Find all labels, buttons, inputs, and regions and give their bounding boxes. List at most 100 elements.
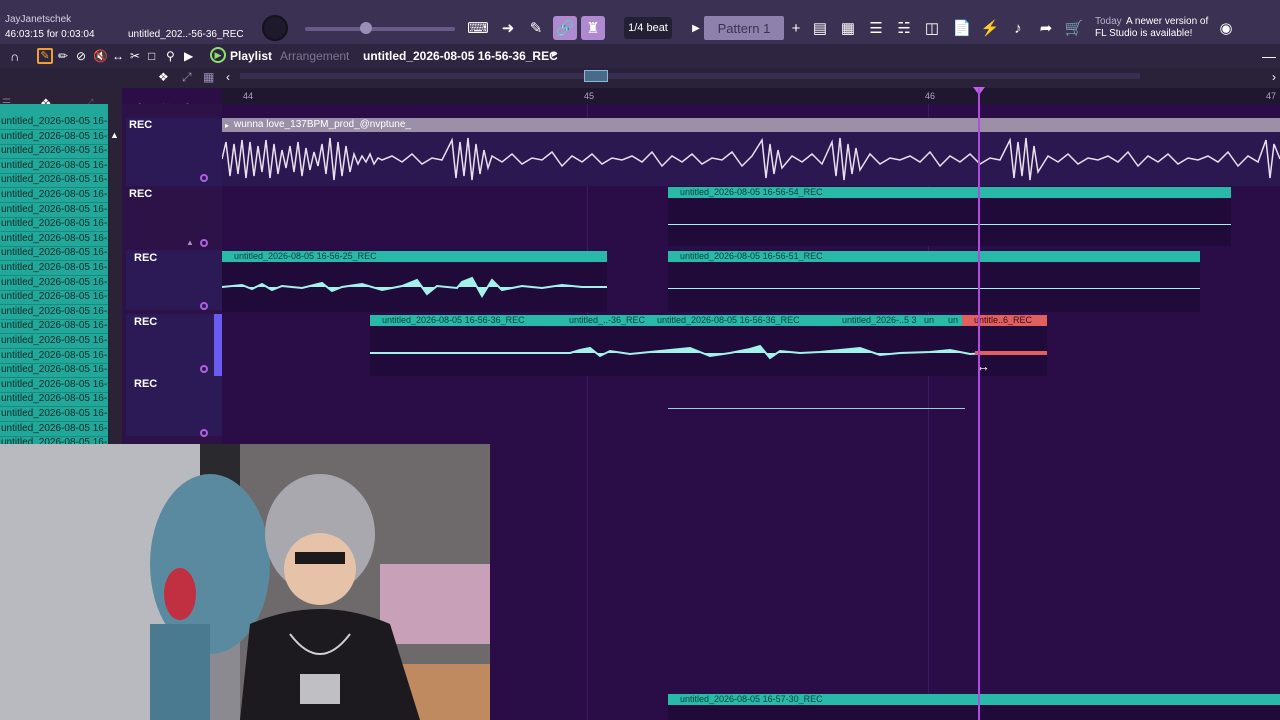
track-mute-icon[interactable] xyxy=(200,174,208,182)
play-icon[interactable]: ▶ xyxy=(210,47,226,63)
chevron-right-icon[interactable]: ▸ xyxy=(552,49,557,60)
piano-icon[interactable]: ⌨ xyxy=(466,16,490,40)
picker-item[interactable]: untitled_2026-08-05 16-5 xyxy=(0,174,108,189)
magnet-icon[interactable]: ∩ xyxy=(10,49,19,64)
picker-item[interactable]: untitled_2026-08-05 16-5 xyxy=(0,335,108,349)
track-mute-icon[interactable] xyxy=(200,429,208,437)
picker-item[interactable]: untitled_2026-08-05 16-5 xyxy=(0,204,108,218)
record-icon[interactable]: ♪ xyxy=(1006,16,1030,40)
news-text[interactable]: A newer version of xyxy=(1126,16,1216,28)
master-volume-knob[interactable] xyxy=(262,15,288,41)
audio-clip[interactable]: untitled_2026-08-05 16-56-36_REC xyxy=(645,315,830,326)
timeline-ruler[interactable] xyxy=(222,88,1280,104)
picker-item[interactable]: untitled_2026-08-05 16-5 xyxy=(0,116,108,130)
picker-item[interactable]: untitled_2026-08-05 16-5 xyxy=(0,277,108,291)
audio-clip[interactable]: un xyxy=(918,315,942,326)
picker-scrollbar[interactable] xyxy=(108,104,122,444)
selected-audio-clip[interactable]: untitle..6_REC xyxy=(962,315,1047,326)
pitch-slider-handle[interactable] xyxy=(360,22,372,34)
audio-clip[interactable]: untitled_2026-08-05 16-56-54_REC xyxy=(668,187,1231,198)
slip-tool-icon[interactable]: ↔ xyxy=(112,49,124,63)
channel-rack-icon[interactable]: ▦ xyxy=(836,16,860,40)
audio-clip[interactable]: untitled_2026-08-05 16-56-36_REC xyxy=(370,315,557,326)
track-mute-icon[interactable] xyxy=(200,239,208,247)
picker-item[interactable]: untitled_2026-08-05 16-5 xyxy=(0,247,108,262)
arrow-right-icon[interactable]: ➜ xyxy=(496,16,520,40)
scroll-right-icon[interactable]: › xyxy=(1272,70,1276,84)
delete-tool-icon[interactable]: ⊘ xyxy=(76,49,86,63)
audio-clip-beat[interactable]: wunna love_137BPM_prod_@nvptune_ xyxy=(222,118,1280,132)
picker-item[interactable]: untitled_2026-08-05 16-5 xyxy=(0,189,108,203)
picker-item[interactable]: untitled_2026-08-05 16-5 xyxy=(0,350,108,364)
picker-item[interactable]: untitled_2026-08-05 16-5 xyxy=(0,131,108,145)
clip-waveform xyxy=(221,272,607,302)
mute-tool-icon[interactable]: 🔇 xyxy=(93,49,108,63)
mixer-icon[interactable]: ☰ xyxy=(864,16,888,40)
picker-item[interactable]: untitled_2026-08-05 16-5 xyxy=(0,218,108,233)
select-tool-icon[interactable]: □ xyxy=(148,49,155,63)
link-icon[interactable]: 🔗 xyxy=(553,16,577,40)
audio-clip[interactable]: untitled_2026-..5 3 xyxy=(830,315,918,326)
picker-item[interactable]: untitled_2026-08-05 16-5 xyxy=(0,393,108,408)
browser-icon[interactable]: ◫ xyxy=(920,16,944,40)
picker-item[interactable]: untitled_2026-08-05 16-5 xyxy=(0,408,108,422)
globe-icon[interactable]: ◉ xyxy=(1214,16,1238,40)
track-mute-icon[interactable] xyxy=(200,365,208,373)
picker-item[interactable]: untitled_2026-08-05 16-5 xyxy=(0,320,108,335)
grid-icon[interactable]: ▦ xyxy=(203,70,214,84)
clip-body[interactable] xyxy=(668,705,1280,720)
add-pattern-icon[interactable]: + xyxy=(784,16,808,40)
pencil-icon[interactable]: ✎ xyxy=(524,16,548,40)
audio-clip[interactable]: untitled_2026-08-05 16-56-25_REC xyxy=(222,251,607,262)
clip-body[interactable] xyxy=(668,198,1231,246)
playlist-icon[interactable]: ▤ xyxy=(808,16,832,40)
picker-item[interactable]: untitled_2026-08-05 16-5 xyxy=(0,423,108,437)
overview-view-window[interactable] xyxy=(584,70,608,82)
master-pitch-slider[interactable] xyxy=(305,27,455,31)
picker-item[interactable]: untitled_2026-08-05 16-5 xyxy=(0,233,108,247)
picker-item[interactable]: untitled_2026-08-05 16-5 xyxy=(0,306,108,320)
waveform-icon xyxy=(222,137,1280,181)
audio-clip[interactable]: untitled_2026-08-05 16-57-30_REC xyxy=(668,694,1280,705)
file-icon[interactable]: 📄 xyxy=(950,16,974,40)
bar-number: 47 xyxy=(1266,91,1277,101)
clip-waveform xyxy=(668,224,1231,225)
slice-tool-icon[interactable]: ✂ xyxy=(130,49,140,63)
plugin-icon[interactable]: ⚡ xyxy=(978,16,1002,40)
picker-item[interactable]: untitled_2026-08-05 16-5 xyxy=(0,364,108,379)
arrangement-label[interactable]: Arrangement xyxy=(280,49,349,63)
audio-clip[interactable]: un xyxy=(942,315,962,326)
track-collapse-icon[interactable]: ▲ xyxy=(186,238,194,247)
export-icon[interactable]: ➦ xyxy=(1034,16,1058,40)
picker-item[interactable]: untitled_2026-08-05 16-5 xyxy=(0,145,108,160)
paint-tool-icon[interactable]: ✏ xyxy=(58,49,68,63)
stamp-icon[interactable]: ♜ xyxy=(581,16,605,40)
zoom-tool-icon[interactable]: ⚲ xyxy=(166,49,175,63)
resize-icon[interactable]: ⤢ xyxy=(182,70,192,85)
minimize-icon[interactable]: — xyxy=(1262,48,1276,64)
news-text-2[interactable]: FL Studio is available! xyxy=(1095,28,1192,39)
snap-selector[interactable]: 1/4 beat xyxy=(624,17,672,39)
pattern-selector[interactable]: Pattern 1 xyxy=(704,16,784,40)
clip-waveform xyxy=(668,288,1200,289)
track-mute-icon[interactable] xyxy=(200,302,208,310)
draw-tool-icon[interactable]: ✎ xyxy=(37,48,53,64)
clip-menu-icon[interactable]: ▸ xyxy=(225,121,229,130)
picker-item[interactable]: untitled_2026-08-05 16-5 xyxy=(0,379,108,393)
cart-icon[interactable]: 🛒 xyxy=(1062,16,1086,40)
track-selection-bar xyxy=(214,314,222,376)
overview-scrollbar[interactable] xyxy=(240,73,1140,79)
picker-item[interactable]: untitled_2026-08-05 16-5 xyxy=(0,262,108,276)
playback-tool-icon[interactable]: ▶ xyxy=(184,49,193,63)
scroll-arrows-icon[interactable]: ❖ xyxy=(158,70,169,84)
audio-clip[interactable]: untitled_..-36_REC xyxy=(557,315,645,326)
sliders-icon[interactable]: ☵ xyxy=(892,16,916,40)
beat-waveform[interactable] xyxy=(222,132,1280,186)
picker-item[interactable]: untitled_2026-08-05 16-5 xyxy=(0,291,108,306)
picker-item[interactable]: untitled_2026-08-05 16-5 xyxy=(0,160,108,174)
clip-body[interactable] xyxy=(668,262,1200,312)
clip-waveform xyxy=(370,338,1047,368)
audio-clip[interactable]: untitled_2026-08-05 16-56-51_REC xyxy=(668,251,1200,262)
picker-scroll-up-icon[interactable]: ▲ xyxy=(110,130,119,140)
scroll-left-icon[interactable]: ‹ xyxy=(226,70,230,84)
